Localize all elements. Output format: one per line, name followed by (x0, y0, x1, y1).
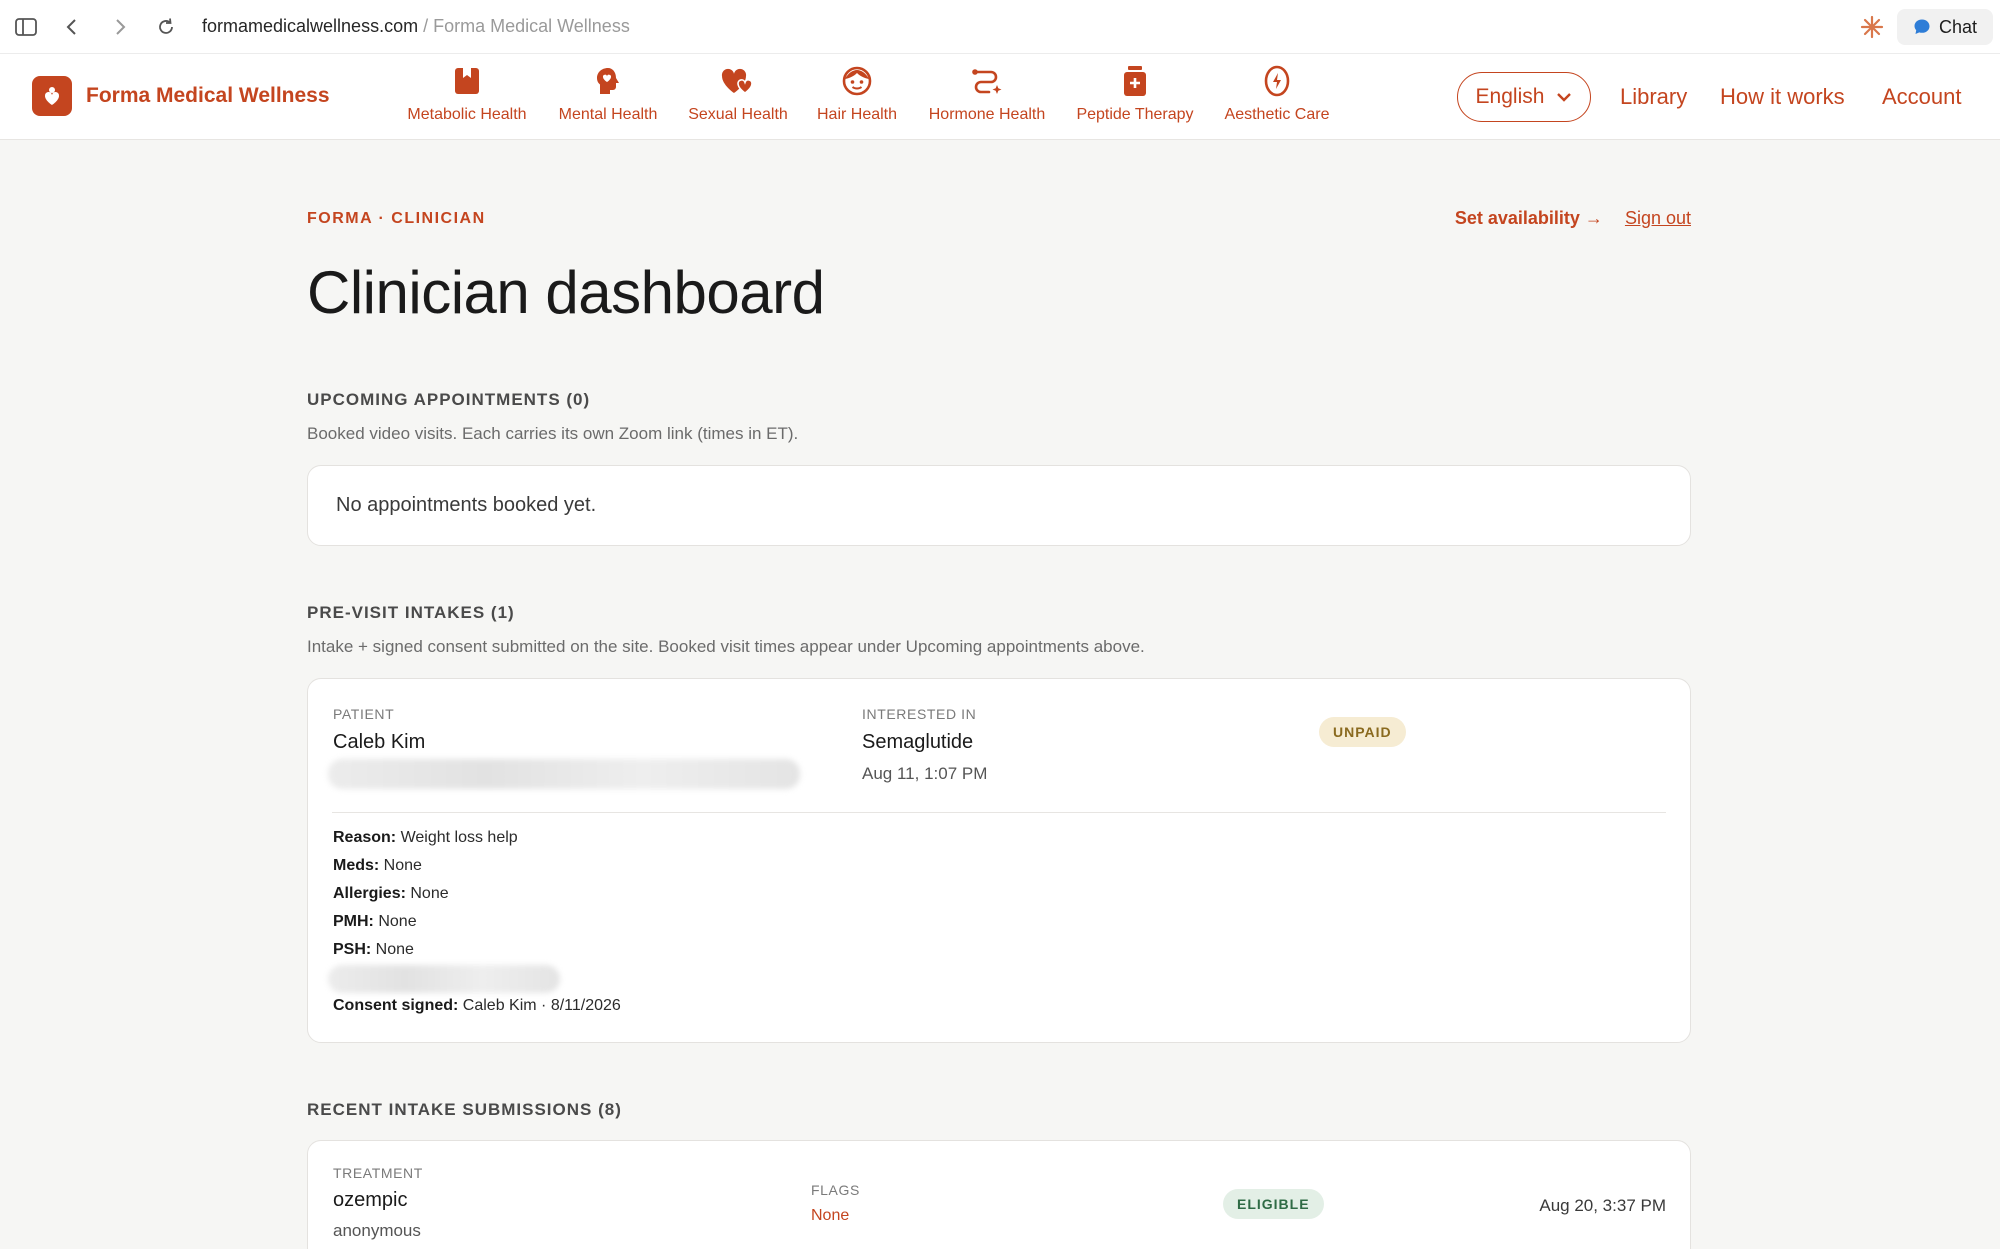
eyebrow-label: FORMA · CLINICIAN (307, 210, 486, 227)
detail-value: None (371, 941, 414, 958)
detail-key: PSH: (333, 941, 372, 958)
interested-in-value: Semaglutide (862, 731, 974, 753)
detail-value: Caleb Kim · 8/11/2026 (458, 997, 621, 1014)
detail-value: Weight loss help (396, 829, 518, 846)
chat-button[interactable]: Chat (1897, 9, 1993, 45)
redacted-detail (328, 965, 560, 993)
empty-state-text: No appointments booked yet. (336, 494, 597, 516)
treatment-value: ozempic (333, 1189, 408, 1211)
nav-label: Mental Health (558, 106, 658, 123)
detail-pmh: PMH: None (333, 913, 417, 931)
nav-label: Metabolic Health (407, 106, 527, 123)
back-icon[interactable] (58, 13, 86, 41)
detail-value: None (379, 857, 422, 874)
submission-patient: anonymous (333, 1221, 421, 1240)
intake-date: Aug 11, 1:07 PM (862, 764, 988, 783)
sidebar-toggle-icon[interactable] (12, 13, 40, 41)
nav-peptide-therapy[interactable]: Peptide Therapy (1072, 64, 1198, 134)
detail-meds: Meds: None (333, 857, 422, 875)
nav-hormone-health[interactable]: Hormone Health (924, 64, 1050, 134)
brand-link[interactable]: Forma Medical Wellness (32, 74, 330, 118)
intakes-title: PRE-VISIT INTAKES (1) (307, 603, 515, 622)
redacted-contact (328, 759, 800, 789)
intake-card[interactable]: PATIENT Caleb Kim INTERESTED IN Semaglut… (307, 678, 1691, 1043)
reload-icon[interactable] (152, 13, 180, 41)
treatment-label: TREATMENT (333, 1165, 423, 1181)
hormone-path-icon (970, 64, 1004, 98)
language-value: English (1475, 85, 1545, 108)
face-icon (840, 64, 874, 98)
upcoming-title: UPCOMING APPOINTMENTS (0) (307, 390, 591, 409)
head-heart-icon (591, 64, 625, 98)
claude-spark-icon[interactable] (1857, 12, 1887, 42)
metabolic-icon (450, 64, 484, 98)
recent-title: RECENT INTAKE SUBMISSIONS (8) (307, 1100, 622, 1119)
submission-timestamp: Aug 20, 3:37 PM (1539, 1196, 1666, 1215)
patient-label: PATIENT (333, 706, 395, 722)
divider (332, 812, 1666, 813)
detail-key: Reason: (333, 829, 397, 846)
upcoming-subtitle: Booked video visits. Each carries its ow… (307, 424, 799, 443)
chat-bubble-icon (1914, 19, 1930, 34)
forward-icon[interactable] (106, 13, 134, 41)
top-actions: Set availability → Sign out (1455, 208, 1691, 229)
detail-value: None (373, 913, 417, 930)
language-select[interactable]: English (1457, 72, 1591, 122)
nav-aesthetic-care[interactable]: Aesthetic Care (1220, 64, 1334, 134)
nav-label: Sexual Health (688, 106, 788, 123)
status-badge: UNPAID (1319, 717, 1406, 747)
chevron-down-icon (1557, 93, 1572, 102)
nav-label: Hormone Health (928, 106, 1046, 123)
chat-label: Chat (1938, 16, 1978, 37)
vial-icon (1118, 64, 1152, 98)
status-badge: ELIGIBLE (1223, 1189, 1324, 1219)
flags-label: FLAGS (811, 1182, 860, 1198)
page-title: Clinician dashboard (307, 259, 825, 326)
browser-toolbar: formamedicalwellness.com / Forma Medical… (0, 0, 2000, 54)
flags-value: None (811, 1207, 850, 1224)
address-bar[interactable]: formamedicalwellness.com / Forma Medical… (202, 16, 630, 37)
brand-logo-icon (32, 76, 72, 116)
site-header: Forma Medical Wellness Metabolic Health … (0, 54, 2000, 140)
nav-label: Hair Health (816, 106, 898, 123)
detail-key: PMH: (333, 913, 374, 930)
detail-key: Consent signed: (333, 997, 459, 1014)
interested-in-label: INTERESTED IN (862, 706, 977, 722)
nav-hair-health[interactable]: Hair Health (812, 64, 902, 134)
detail-key: Allergies: (333, 885, 406, 902)
nav-mental-health[interactable]: Mental Health (556, 64, 660, 134)
nav-label: Peptide Therapy (1076, 106, 1194, 123)
aesthetic-icon (1260, 64, 1294, 98)
account-link[interactable]: Account (1882, 84, 1962, 110)
url-separator: / (418, 16, 434, 36)
url-domain: formamedicalwellness.com (202, 16, 419, 36)
how-it-works-link[interactable]: How it works (1720, 84, 1845, 110)
hearts-icon (721, 64, 755, 98)
detail-consent: Consent signed: Caleb Kim · 8/11/2026 (333, 997, 621, 1015)
submission-card[interactable]: TREATMENT ozempic anonymous FLAGS None E… (307, 1140, 1691, 1249)
nav-metabolic-health[interactable]: Metabolic Health (404, 64, 530, 134)
intakes-subtitle: Intake + signed consent submitted on the… (307, 637, 1145, 656)
patient-name: Caleb Kim (333, 731, 426, 753)
library-link[interactable]: Library (1620, 84, 1687, 110)
detail-reason: Reason: Weight loss help (333, 829, 518, 847)
detail-allergies: Allergies: None (333, 885, 449, 903)
sign-out-link[interactable]: Sign out (1625, 208, 1691, 229)
detail-key: Meds: (333, 857, 380, 874)
upcoming-empty-card: No appointments booked yet. (307, 465, 1691, 546)
detail-value: None (405, 885, 449, 902)
detail-psh: PSH: None (333, 941, 414, 959)
url-page-title: Forma Medical Wellness (433, 16, 630, 36)
nav-sexual-health[interactable]: Sexual Health (686, 64, 790, 134)
set-availability-link[interactable]: Set availability → (1455, 208, 1603, 229)
nav-label: Aesthetic Care (1224, 106, 1330, 123)
brand-name: Forma Medical Wellness (86, 84, 330, 107)
